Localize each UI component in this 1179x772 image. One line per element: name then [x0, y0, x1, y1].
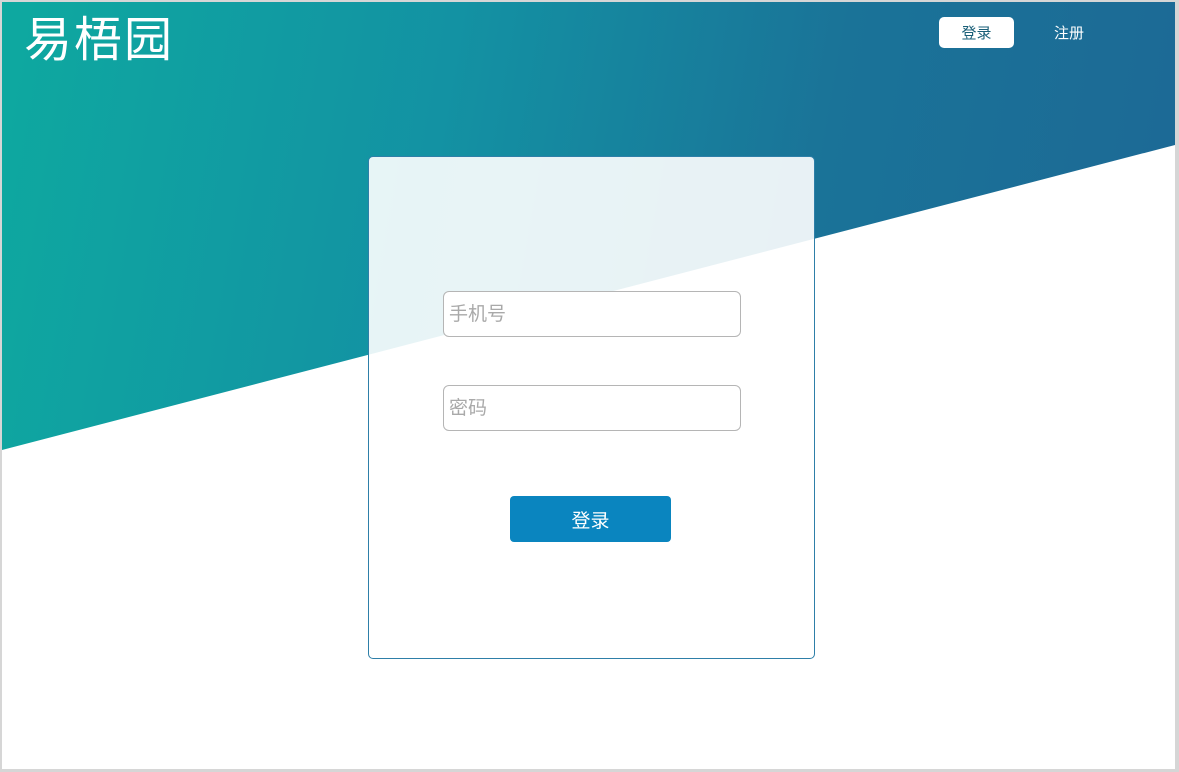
nav-register-link[interactable]: 注册 [1044, 17, 1094, 48]
page: 易梧园 登录 注册 登录 [2, 2, 1175, 769]
phone-input[interactable] [443, 291, 741, 337]
login-card: 登录 [368, 156, 815, 659]
password-input[interactable] [443, 385, 741, 431]
nav-login-button[interactable]: 登录 [939, 17, 1014, 48]
login-submit-button[interactable]: 登录 [510, 496, 671, 542]
site-logo[interactable]: 易梧园 [24, 12, 174, 68]
